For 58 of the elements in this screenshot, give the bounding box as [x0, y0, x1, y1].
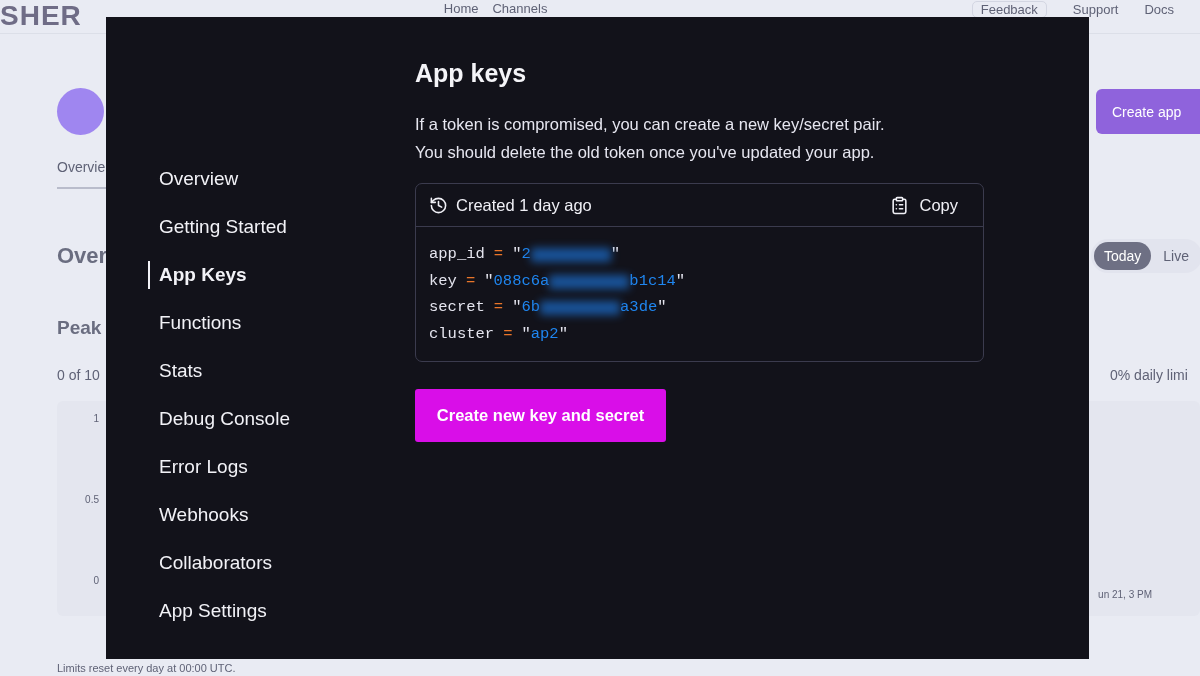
code-operator: =	[465, 270, 476, 292]
axis-tick: 1	[93, 413, 99, 424]
code-key: cluster	[429, 320, 495, 347]
code-operator: =	[493, 244, 504, 265]
axis-tick: 0	[93, 575, 99, 586]
section-heading: Over	[57, 243, 108, 269]
description-text: You should delete the old token once you've updated your app.	[415, 142, 876, 163]
description-text: If a token is compromised, you can create a new key/secret pair.	[415, 114, 886, 135]
code-quote: "	[675, 270, 686, 292]
code-value: a3de	[620, 297, 658, 318]
code-key: app_id	[429, 241, 485, 268]
code-value: 6b	[521, 297, 541, 318]
code-operator: =	[493, 297, 504, 318]
nav-item[interactable]: Overview	[148, 165, 239, 193]
breadcrumb-link[interactable]: Home	[443, 1, 479, 16]
axis-label: un 21, 3 PM	[1098, 589, 1152, 600]
history-icon	[429, 195, 448, 215]
nav-item[interactable]: Error Logs	[148, 453, 248, 481]
code-value: 088c6a	[493, 270, 550, 292]
nav-item[interactable]: Stats	[148, 357, 203, 385]
nav-item[interactable]: Functions	[148, 309, 242, 337]
header-link[interactable]: Support	[1072, 2, 1119, 17]
code-quote: "	[558, 323, 568, 345]
nav-item[interactable]: App Keys	[148, 261, 247, 289]
code-value: ap2	[530, 323, 559, 345]
app-avatar-icon	[57, 88, 104, 135]
breadcrumb-link[interactable]: Channels	[492, 1, 548, 16]
nav-item[interactable]: Collaborators	[148, 549, 272, 577]
nav-item[interactable]: Debug Console	[148, 405, 290, 433]
footnote: Limits reset every day at 00:00 UTC.	[57, 662, 237, 675]
logo-wordmark: SHER	[0, 0, 82, 32]
code-quote: "	[521, 323, 531, 345]
range-option[interactable]: Today	[1093, 242, 1152, 270]
copy-button[interactable]: Copy	[890, 195, 958, 215]
section-heading: Peak	[57, 317, 102, 339]
code-operator: =	[503, 323, 513, 345]
code-quote: "	[484, 270, 494, 292]
range-option[interactable]: Live	[1153, 242, 1199, 270]
code-quote: "	[610, 244, 621, 265]
usage-text: 0 of 10	[57, 367, 100, 383]
create-app-button[interactable]: Create app	[1096, 89, 1200, 134]
nav-item[interactable]: Webhooks	[148, 501, 249, 529]
code-key: key	[429, 267, 457, 294]
code-value: 2	[521, 244, 531, 265]
create-key-button[interactable]: Create new key and secret	[415, 389, 666, 442]
nav-item[interactable]: Getting Started	[148, 213, 287, 241]
clipboard-icon	[890, 195, 910, 215]
code-value: b1c14	[629, 270, 676, 292]
axis-tick: 0.5	[85, 494, 99, 505]
code-quote: "	[512, 244, 522, 265]
code-quote: "	[657, 297, 667, 318]
code-key: secret	[429, 294, 485, 321]
code-quote: "	[512, 297, 522, 318]
header-link[interactable]: Docs	[1144, 2, 1174, 17]
daily-limit-text: 0% daily limi	[1110, 367, 1189, 383]
created-text: Created 1 day ago	[456, 195, 592, 215]
nav-item[interactable]: App Settings	[148, 597, 267, 625]
page-title: App keys	[415, 58, 528, 89]
